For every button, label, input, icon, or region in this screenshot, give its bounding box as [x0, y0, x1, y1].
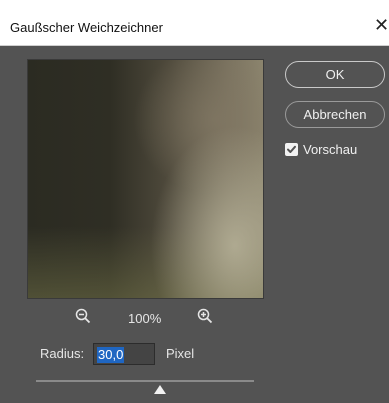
checkmark-icon[interactable]	[285, 142, 298, 156]
radius-slider-track[interactable]	[36, 380, 254, 382]
preview-checkbox[interactable]: Vorschau	[285, 140, 357, 158]
zoom-in-icon[interactable]	[197, 308, 213, 324]
radius-label: Radius:	[40, 346, 85, 361]
cancel-button[interactable]: Abbrechen	[285, 101, 385, 128]
radius-slider-thumb[interactable]	[154, 385, 166, 394]
radius-input[interactable]: 30,0	[93, 343, 155, 365]
blur-preview-image[interactable]	[27, 59, 264, 299]
radius-value: 30,0	[97, 347, 125, 363]
close-icon[interactable]: ✕	[374, 16, 389, 34]
preview-label: Vorschau	[303, 141, 358, 157]
ok-button[interactable]: OK	[285, 61, 385, 88]
title-bar[interactable]: Gaußscher Weichzeichner ✕	[0, 0, 389, 46]
zoom-out-icon[interactable]	[75, 308, 91, 324]
gaussian-blur-dialog: Gaußscher Weichzeichner ✕ OK Abbrechen V…	[0, 0, 389, 403]
zoom-level: 100%	[128, 311, 162, 326]
radius-unit-label: Pixel	[166, 346, 195, 361]
dialog-title: Gaußscher Weichzeichner	[10, 20, 163, 35]
